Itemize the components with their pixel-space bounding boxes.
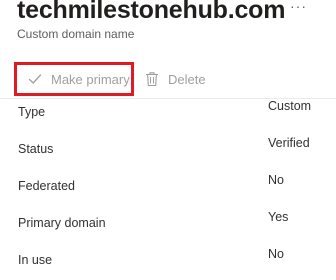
- page-subtitle: Custom domain name: [17, 27, 135, 41]
- property-label: Primary domain: [18, 216, 106, 230]
- property-value: Verified: [268, 136, 310, 150]
- property-row-in-use: In use No: [0, 247, 336, 274]
- property-row-primary-domain: Primary domain Yes: [0, 210, 336, 237]
- property-label: Status: [18, 142, 54, 156]
- property-label: Type: [18, 105, 46, 119]
- property-value: Custom: [268, 99, 312, 113]
- property-value: Yes: [268, 210, 289, 224]
- make-primary-button[interactable]: Make primary: [14, 62, 134, 96]
- trash-icon: [144, 71, 160, 87]
- property-label: In use: [18, 253, 53, 267]
- property-value: No: [268, 247, 284, 261]
- more-options-button[interactable]: ···: [290, 0, 307, 14]
- property-label: Federated: [18, 179, 75, 193]
- page-title: techmilestonehub.com: [17, 0, 286, 24]
- property-value: No: [268, 173, 284, 187]
- property-row-type: Type Custom: [0, 99, 336, 126]
- ellipsis-icon: ···: [290, 0, 307, 14]
- property-row-federated: Federated No: [0, 173, 336, 200]
- property-row-status: Status Verified: [0, 136, 336, 163]
- delete-label: Delete: [168, 71, 206, 87]
- make-primary-label: Make primary: [51, 71, 130, 87]
- delete-button[interactable]: Delete: [144, 62, 206, 96]
- checkmark-icon: [27, 71, 43, 87]
